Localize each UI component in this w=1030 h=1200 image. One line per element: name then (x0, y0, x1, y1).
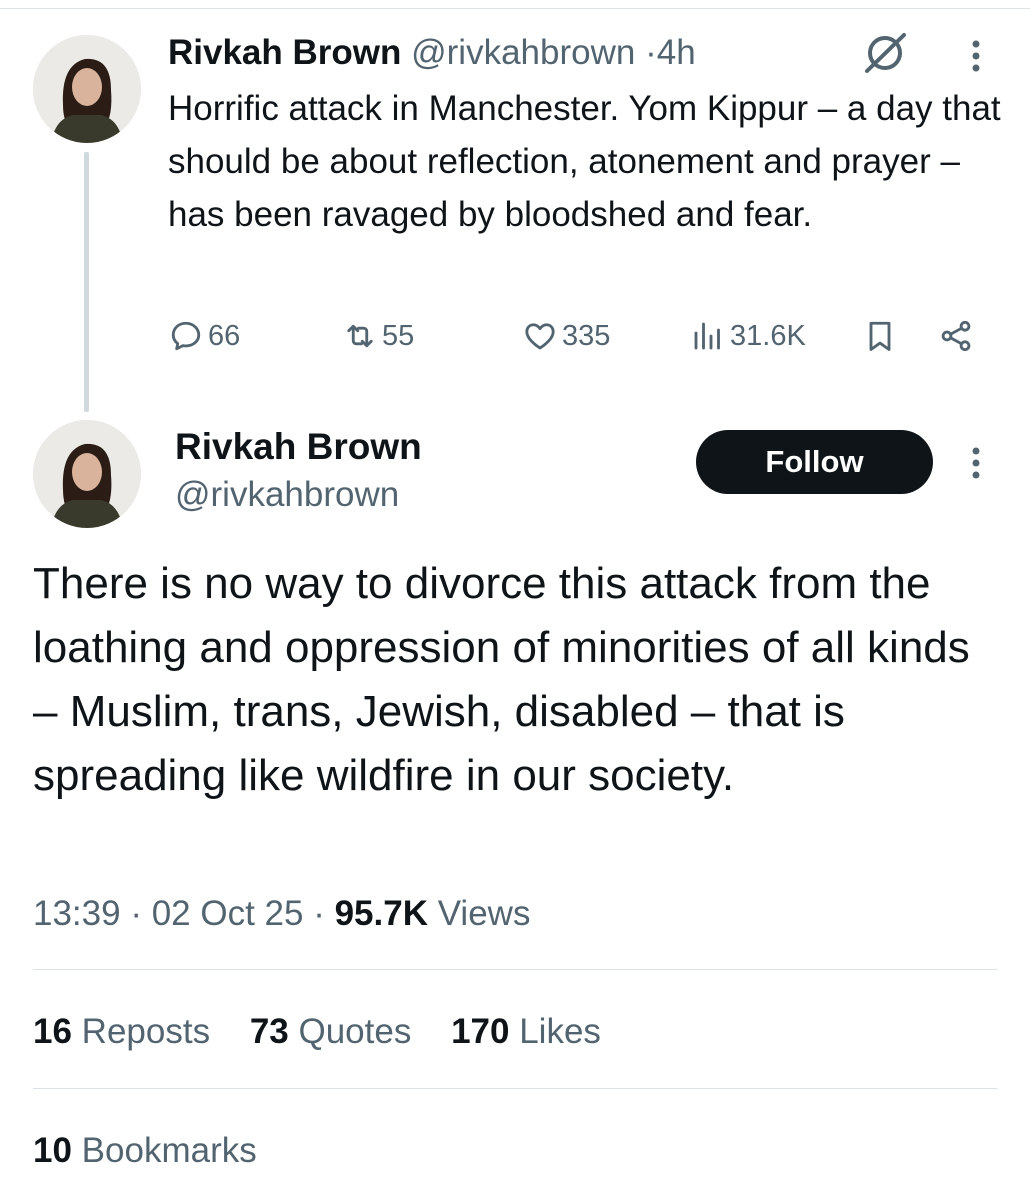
more-icon[interactable] (966, 36, 986, 76)
tweet-date[interactable]: 02 Oct 25 (152, 894, 304, 933)
share-button[interactable] (938, 318, 978, 354)
repost-button[interactable]: 55 (342, 318, 414, 354)
bookmarks-label: Bookmarks (81, 1131, 257, 1170)
top-divider (0, 8, 1030, 9)
views-count: 31.6K (730, 319, 806, 352)
divider (33, 1088, 997, 1089)
tweet-time[interactable]: 13:39 (33, 894, 121, 933)
tweet-time[interactable]: 4h (657, 33, 696, 72)
divider (33, 969, 997, 970)
reply-button[interactable]: 66 (168, 318, 240, 354)
likes-stat[interactable]: 170 Likes (451, 1012, 601, 1051)
author-name[interactable]: Rivkah Brown (175, 424, 422, 470)
like-count: 335 (562, 319, 611, 352)
reply-tweet-text: Horrific attack in Manchester. Yom Kippu… (168, 89, 1001, 234)
author-handle[interactable]: @rivkahbrown (411, 33, 635, 72)
follow-button[interactable]: Follow (696, 430, 933, 494)
reply-tweet-actions: 66 55 335 31.6K (0, 318, 1030, 364)
views-count: 95.7K (334, 894, 428, 933)
bookmark-button[interactable] (862, 318, 902, 354)
bookmarks-stat[interactable]: 10 Bookmarks (33, 1125, 257, 1177)
bookmarks-count: 10 (33, 1131, 72, 1170)
tweet-metadata: 13:39 · 02 Oct 25 · 95.7K Views (33, 894, 531, 933)
repost-icon (347, 324, 373, 348)
main-tweet-text: There is no way to divorce this attack f… (33, 559, 970, 800)
more-icon[interactable] (966, 443, 986, 483)
reposts-label: Reposts (81, 1012, 211, 1051)
like-icon (525, 323, 555, 350)
avatar[interactable] (33, 35, 141, 143)
quotes-stat[interactable]: 73 Quotes (250, 1012, 412, 1051)
author-handle[interactable]: @rivkahbrown (175, 472, 399, 518)
reply-icon (171, 321, 201, 351)
likes-count: 170 (451, 1012, 510, 1051)
views-label: Views (437, 894, 531, 933)
repost-count: 55 (382, 319, 415, 352)
reply-tweet-header: Rivkah Brown @rivkahbrown ·4h (168, 30, 696, 76)
likes-label: Likes (519, 1012, 601, 1051)
reposts-count: 16 (33, 1012, 72, 1051)
separator-dot: · (645, 33, 657, 72)
quotes-label: Quotes (298, 1012, 412, 1051)
author-name[interactable]: Rivkah Brown (168, 33, 401, 72)
bookmark-icon (869, 321, 891, 351)
quotes-count: 73 (249, 1012, 289, 1051)
engagement-stats: 16 Reposts 73 Quotes 170 Likes (33, 1006, 631, 1058)
reply-count: 66 (208, 319, 241, 352)
share-icon (941, 320, 971, 352)
grok-icon[interactable] (860, 30, 910, 76)
reposts-stat[interactable]: 16 Reposts (33, 1012, 210, 1051)
thread-line (84, 152, 89, 412)
like-button[interactable]: 335 (522, 318, 610, 354)
views-icon (694, 322, 720, 350)
avatar[interactable] (33, 420, 141, 528)
views-button[interactable]: 31.6K (690, 318, 806, 354)
